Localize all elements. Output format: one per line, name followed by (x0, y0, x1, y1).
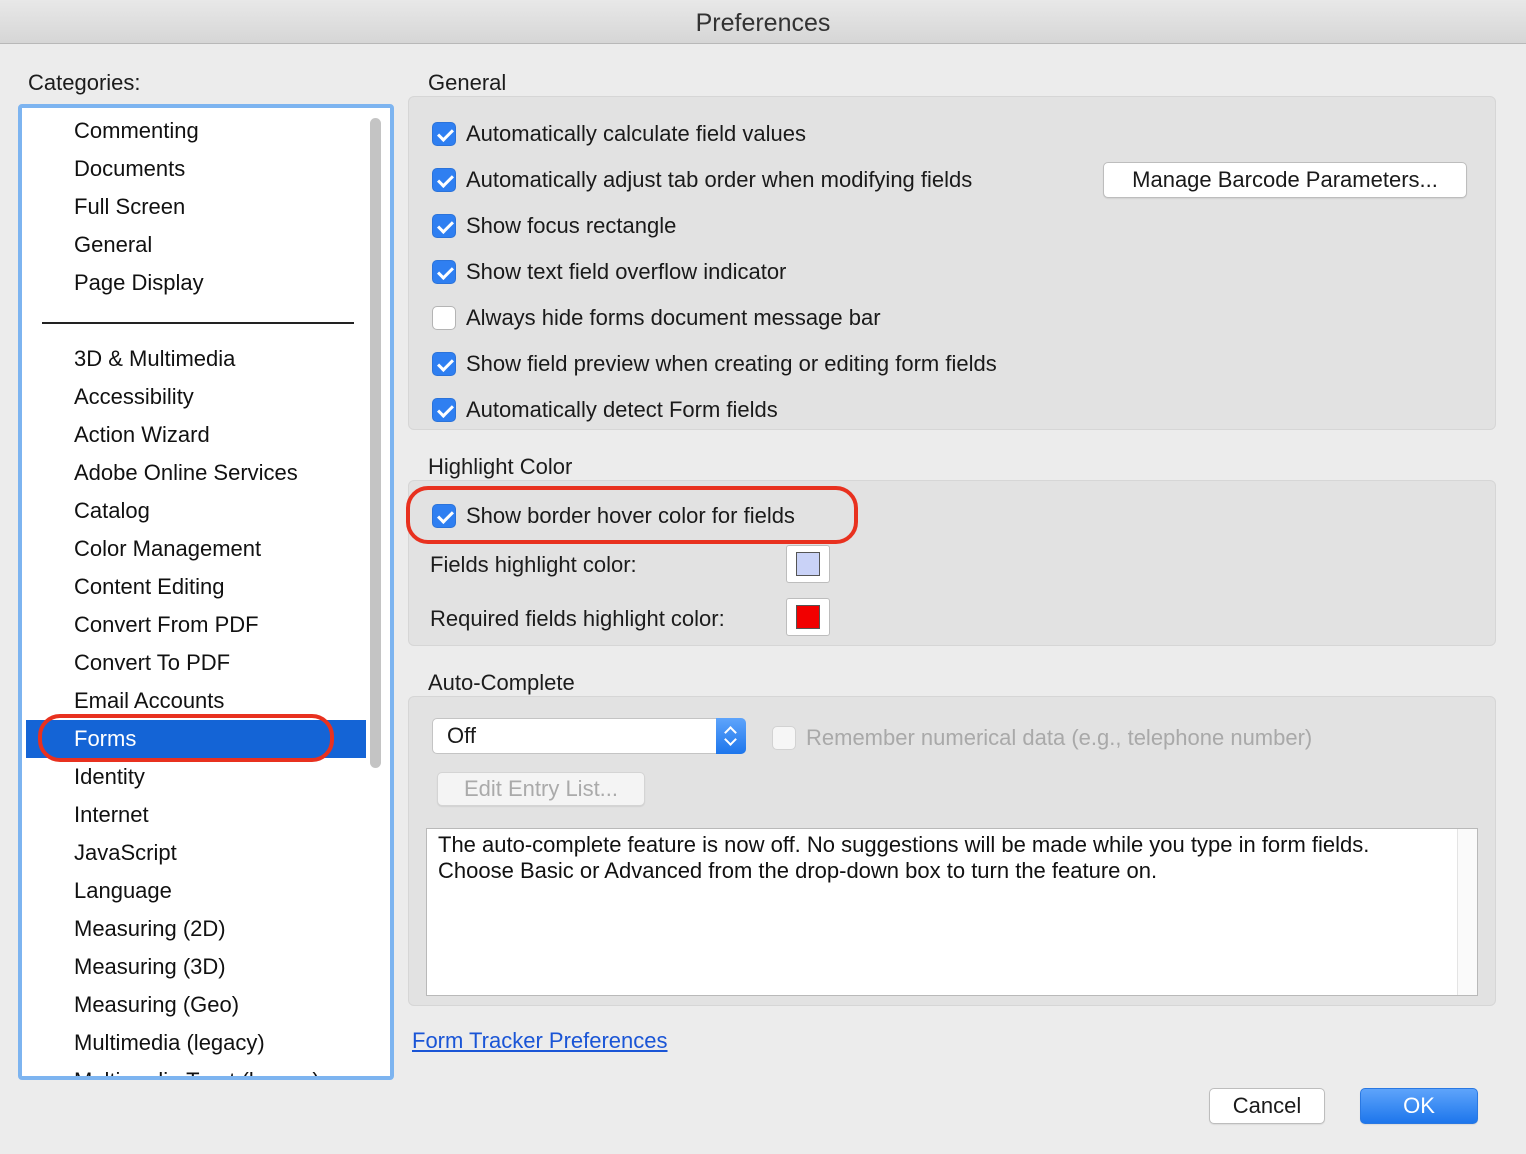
auto-calculate-label: Automatically calculate field values (466, 121, 806, 146)
category-item-color-management[interactable]: Color Management (26, 530, 366, 568)
select-arrows-icon (716, 718, 746, 754)
category-item-measuring-3d[interactable]: Measuring (3D) (26, 948, 366, 986)
focus-rectangle-label: Show focus rectangle (466, 213, 677, 238)
category-divider (42, 322, 354, 324)
highlight-section-title: Highlight Color (428, 454, 573, 479)
category-item-page-display[interactable]: Page Display (26, 264, 366, 302)
edit-entry-list-button[interactable]: Edit Entry List... (437, 772, 645, 806)
category-item-multimedia-legacy[interactable]: Multimedia (legacy) (26, 1024, 366, 1062)
focus-rectangle-option[interactable]: Show focus rectangle (432, 211, 676, 241)
remember-numeric-label: Remember numerical data (e.g., telephone… (806, 725, 1313, 750)
overflow-indicator-label: Show text field overflow indicator (466, 259, 787, 284)
category-item-language[interactable]: Language (26, 872, 366, 910)
autocomplete-description-line2: Choose Basic or Advanced from the drop-d… (438, 858, 1158, 883)
autocomplete-description-line1: The auto-complete feature is now off. No… (438, 832, 1370, 857)
categories-label: Categories: (28, 70, 141, 95)
annotation-border-hover-highlight (406, 486, 858, 544)
category-item-adobe-online-services[interactable]: Adobe Online Services (26, 454, 366, 492)
remember-numeric-option[interactable]: Remember numerical data (e.g., telephone… (772, 723, 1312, 753)
category-item-catalog[interactable]: Catalog (26, 492, 366, 530)
manage-barcode-button[interactable]: Manage Barcode Parameters... (1103, 162, 1467, 198)
category-item-identity[interactable]: Identity (26, 758, 366, 796)
fields-highlight-color-label: Fields highlight color: (430, 552, 637, 577)
hide-message-bar-checkbox[interactable] (432, 306, 456, 330)
required-fields-color-swatch (796, 605, 820, 629)
hide-message-bar-option[interactable]: Always hide forms document message bar (432, 303, 881, 333)
general-section-title: General (428, 70, 507, 95)
category-item-javascript[interactable]: JavaScript (26, 834, 366, 872)
description-scrollbar[interactable] (1457, 829, 1477, 995)
focus-rectangle-checkbox[interactable] (432, 214, 456, 238)
annotation-forms-highlight (38, 714, 334, 762)
fields-highlight-color-swatch (796, 552, 820, 576)
auto-tab-order-checkbox[interactable] (432, 168, 456, 192)
category-item-content-editing[interactable]: Content Editing (26, 568, 366, 606)
category-item-multimedia-trust-legacy[interactable]: Multimedia Trust (legacy) (26, 1062, 366, 1076)
required-fields-color-label: Required fields highlight color: (430, 606, 725, 631)
category-item-documents[interactable]: Documents (26, 150, 366, 188)
field-preview-option[interactable]: Show field preview when creating or edit… (432, 349, 997, 379)
ok-button[interactable]: OK (1360, 1088, 1478, 1124)
category-item-accessibility[interactable]: Accessibility (26, 378, 366, 416)
remember-numeric-checkbox[interactable] (772, 726, 796, 750)
detect-form-fields-checkbox[interactable] (432, 398, 456, 422)
category-item-general[interactable]: General (26, 226, 366, 264)
hide-message-bar-label: Always hide forms document message bar (466, 305, 881, 330)
category-item-3d-multimedia[interactable]: 3D & Multimedia (26, 340, 366, 378)
autocomplete-description[interactable]: The auto-complete feature is now off. No… (426, 828, 1478, 996)
auto-tab-order-label: Automatically adjust tab order when modi… (466, 167, 973, 192)
auto-tab-order-option[interactable]: Automatically adjust tab order when modi… (432, 165, 972, 195)
categories-list[interactable]: Commenting Documents Full Screen General… (18, 104, 394, 1080)
category-item-measuring-2d[interactable]: Measuring (2D) (26, 910, 366, 948)
detect-form-fields-option[interactable]: Automatically detect Form fields (432, 395, 778, 425)
field-preview-checkbox[interactable] (432, 352, 456, 376)
form-tracker-preferences-link[interactable]: Form Tracker Preferences (412, 1028, 668, 1054)
required-fields-color-picker[interactable] (786, 598, 830, 636)
category-item-internet[interactable]: Internet (26, 796, 366, 834)
auto-calculate-checkbox[interactable] (432, 122, 456, 146)
auto-calculate-option[interactable]: Automatically calculate field values (432, 119, 806, 149)
fields-highlight-color-picker[interactable] (786, 545, 830, 583)
categories-scrollbar[interactable] (370, 118, 381, 768)
category-item-convert-from-pdf[interactable]: Convert From PDF (26, 606, 366, 644)
window-title: Preferences (0, 0, 1526, 44)
category-item-measuring-geo[interactable]: Measuring (Geo) (26, 986, 366, 1024)
autocomplete-section-title: Auto-Complete (428, 670, 575, 695)
autocomplete-mode-value: Off (447, 723, 476, 748)
detect-form-fields-label: Automatically detect Form fields (466, 397, 778, 422)
field-preview-label: Show field preview when creating or edit… (466, 351, 997, 376)
cancel-button[interactable]: Cancel (1209, 1088, 1325, 1124)
category-item-action-wizard[interactable]: Action Wizard (26, 416, 366, 454)
category-item-full-screen[interactable]: Full Screen (26, 188, 366, 226)
category-item-commenting[interactable]: Commenting (26, 112, 366, 150)
category-item-convert-to-pdf[interactable]: Convert To PDF (26, 644, 366, 682)
autocomplete-mode-select[interactable]: Off (432, 718, 746, 754)
overflow-indicator-checkbox[interactable] (432, 260, 456, 284)
overflow-indicator-option[interactable]: Show text field overflow indicator (432, 257, 786, 287)
